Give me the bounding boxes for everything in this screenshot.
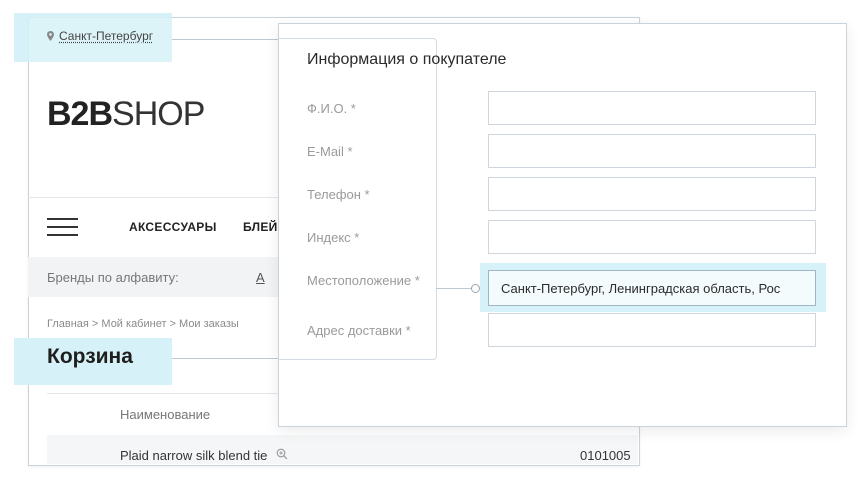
- label-phone: Телефон *: [307, 187, 370, 202]
- connector-dot: [471, 284, 480, 293]
- form-title: Информация о покупателе: [307, 51, 507, 68]
- product-code: 0101005: [580, 448, 631, 463]
- zoom-icon[interactable]: [276, 448, 288, 460]
- logo-light: SHOP: [112, 95, 205, 133]
- label-delivery-address: Адрес доставки *: [307, 323, 411, 338]
- breadcrumb[interactable]: Главная > Мой кабинет > Мои заказы: [47, 318, 239, 330]
- location-pin-icon: [47, 31, 54, 41]
- column-header-name: Наименование: [120, 407, 211, 422]
- label-full-name: Ф.И.О. *: [307, 101, 356, 116]
- brands-label: Бренды по алфавиту:: [47, 270, 179, 285]
- city-selector[interactable]: Санкт-Петербург: [47, 29, 153, 43]
- email-field[interactable]: [488, 134, 816, 168]
- postcode-field[interactable]: [488, 220, 816, 254]
- nav-item-blazers[interactable]: БЛЕЙ: [243, 220, 278, 234]
- label-location: Местоположение *: [307, 273, 420, 288]
- phone-field[interactable]: [488, 177, 816, 211]
- brand-letter-link[interactable]: A: [256, 270, 265, 285]
- connector-line: [172, 39, 280, 40]
- product-name[interactable]: Plaid narrow silk blend tie: [120, 448, 267, 463]
- nav-item-accessories[interactable]: АКСЕССУАРЫ: [129, 220, 217, 234]
- location-connector-line: [436, 288, 474, 289]
- logo-bold: B2B: [47, 95, 113, 133]
- hamburger-menu-icon[interactable]: [47, 218, 78, 236]
- delivery-address-field[interactable]: [488, 313, 816, 347]
- label-email: E-Mail *: [307, 144, 353, 159]
- location-field[interactable]: Санкт-Петербург, Ленинградская область, …: [488, 270, 816, 306]
- label-postcode: Индекс *: [307, 230, 360, 245]
- city-label: Санкт-Петербург: [59, 29, 154, 43]
- title-connector-line: [172, 358, 278, 359]
- full-name-field[interactable]: [488, 91, 816, 125]
- page-title: Корзина: [47, 345, 133, 368]
- logo[interactable]: B2BSHOP: [47, 95, 205, 133]
